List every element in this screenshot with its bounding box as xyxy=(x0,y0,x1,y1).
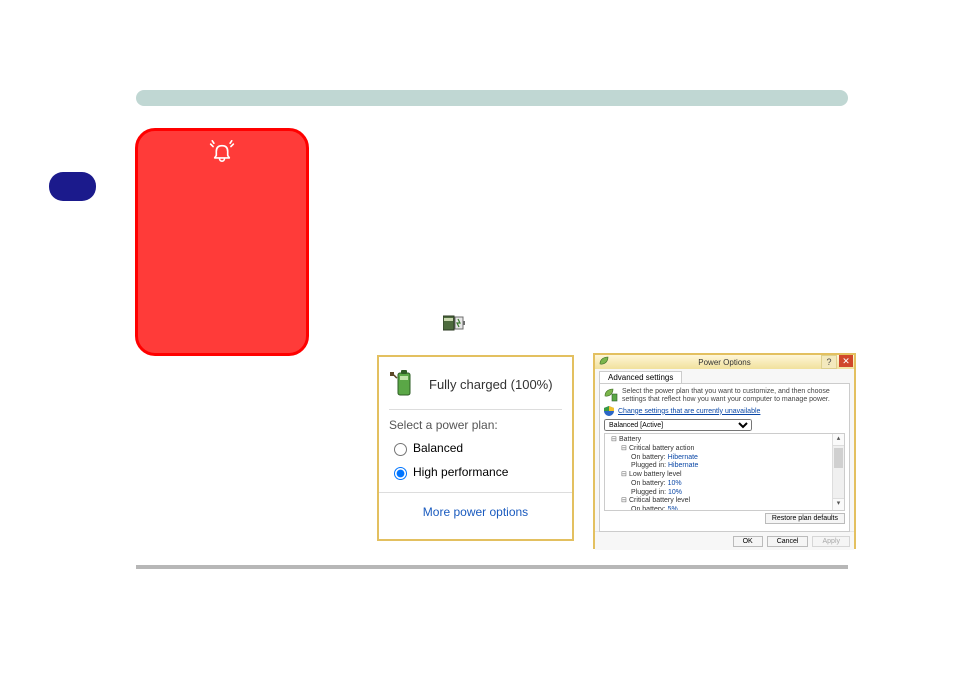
plan-option-balanced[interactable]: Balanced xyxy=(379,436,572,460)
dialog-titlebar: Power Options ? ✕ xyxy=(595,355,854,369)
sidebar-tab xyxy=(49,172,96,201)
tree-label: On battery: xyxy=(631,454,666,461)
dialog-intro-text: Select the power plan that you want to c… xyxy=(622,388,845,404)
tree-item-low-level: Low battery level xyxy=(629,471,682,478)
scroll-up-button[interactable]: ▴ xyxy=(833,434,844,446)
dialog-title: Power Options xyxy=(595,358,854,367)
select-plan-label: Select a power plan: xyxy=(379,410,572,436)
tree-item-battery: Battery xyxy=(619,436,641,443)
warning-callout xyxy=(135,128,309,356)
tree-value[interactable]: 10% xyxy=(668,489,682,496)
more-power-options-link[interactable]: More power options xyxy=(423,505,528,519)
tree-label: Plugged in: xyxy=(631,462,666,469)
plan-highperf-label: High performance xyxy=(413,465,508,479)
tree-label: On battery: xyxy=(631,480,666,487)
tree-value[interactable]: 5% xyxy=(668,506,678,510)
tab-advanced-settings[interactable]: Advanced settings xyxy=(599,371,682,383)
tree-label: Plugged in: xyxy=(631,489,666,496)
tree-item-critical-level: Critical battery level xyxy=(629,497,690,504)
tree-value[interactable]: Hibernate xyxy=(668,462,698,469)
help-button[interactable]: ? xyxy=(821,355,837,369)
restore-defaults-button[interactable]: Restore plan defaults xyxy=(765,513,845,524)
tree-scrollbar[interactable]: ▴ ▾ xyxy=(832,434,844,510)
tree-label: On battery: xyxy=(631,506,666,510)
battery-power-icon xyxy=(443,315,465,331)
settings-tree[interactable]: ⊟Battery ⊟Critical battery action On bat… xyxy=(605,434,832,510)
section-separator xyxy=(136,565,848,569)
plan-option-high-performance[interactable]: High performance xyxy=(379,460,572,484)
charge-status-text: Fully charged (100%) xyxy=(429,377,553,392)
uac-shield-icon xyxy=(604,406,614,416)
plan-balanced-label: Balanced xyxy=(413,441,463,455)
close-button[interactable]: ✕ xyxy=(839,355,853,367)
tree-item-critical-action: Critical battery action xyxy=(629,445,694,452)
battery-flyout: Fully charged (100%) Select a power plan… xyxy=(377,355,574,541)
apply-button[interactable]: Apply xyxy=(812,536,850,547)
energy-leaf-battery-icon xyxy=(604,388,618,402)
scroll-down-button[interactable]: ▾ xyxy=(833,498,844,510)
ok-button[interactable]: OK xyxy=(733,536,763,547)
header-bar xyxy=(136,90,848,106)
plan-select[interactable]: Balanced [Active] xyxy=(604,419,752,431)
alarm-bell-icon xyxy=(209,140,235,166)
scroll-thumb[interactable] xyxy=(834,448,843,468)
power-options-dialog: Power Options ? ✕ Advanced settings Sele… xyxy=(593,353,856,549)
energy-leaf-icon xyxy=(599,356,609,368)
cancel-button[interactable]: Cancel xyxy=(767,536,809,547)
tree-value[interactable]: 10% xyxy=(668,480,682,487)
battery-full-icon xyxy=(389,369,419,399)
tree-value[interactable]: Hibernate xyxy=(668,454,698,461)
change-unavailable-link[interactable]: Change settings that are currently unava… xyxy=(618,408,760,415)
